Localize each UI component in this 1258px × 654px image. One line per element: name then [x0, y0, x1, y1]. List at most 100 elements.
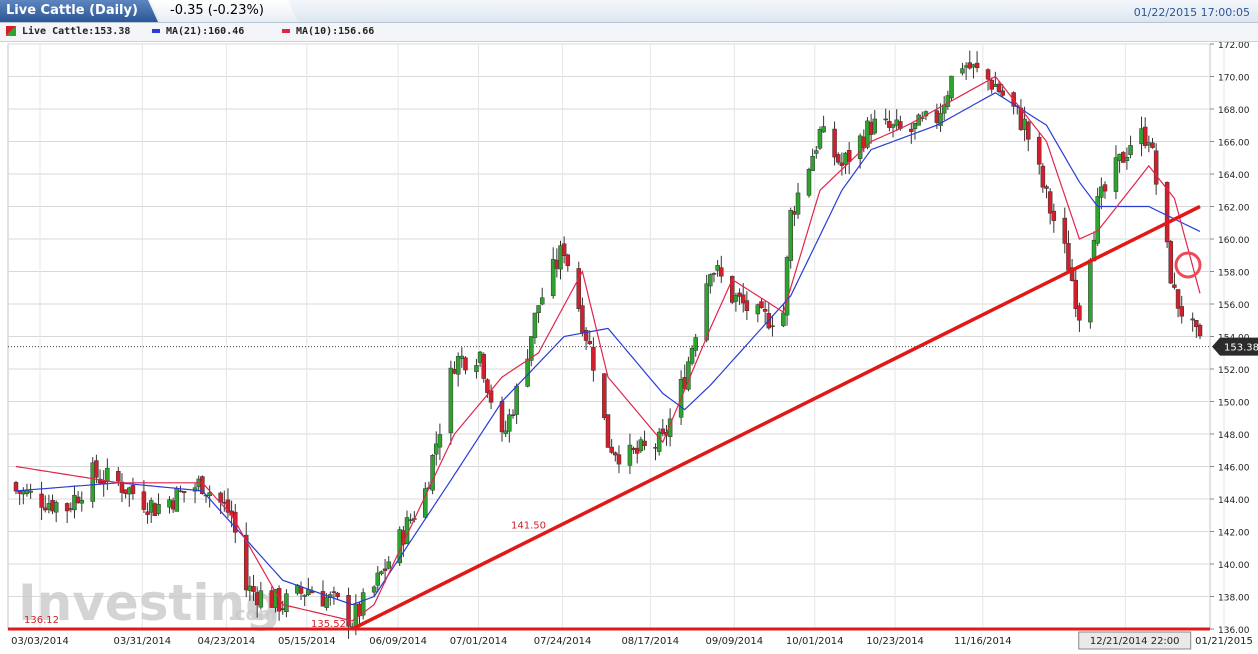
candle-body [459, 355, 465, 359]
candle-body [708, 274, 713, 287]
candle-body [284, 593, 289, 613]
candle-body [1022, 118, 1027, 130]
x-tick-label: 01/21/2015 [1195, 636, 1253, 647]
x-tick-label: 06/09/2014 [369, 636, 427, 647]
candle-body [963, 65, 969, 68]
candle-body [1088, 259, 1093, 323]
candle-body [90, 462, 95, 502]
candle-body [452, 369, 457, 374]
candle-body [561, 243, 567, 256]
candle-body [79, 500, 85, 504]
candle-body [1047, 191, 1053, 214]
candle-body [1025, 121, 1031, 140]
candle-body [817, 129, 823, 149]
candle-body [832, 128, 837, 158]
price-change: -0.35 (-0.23%) [170, 3, 264, 18]
candle-body [514, 385, 519, 415]
candle-body [1066, 243, 1071, 271]
candle-body [894, 119, 899, 126]
candle-body [477, 351, 483, 363]
candle-body [1172, 284, 1177, 288]
candle-body [711, 273, 717, 275]
candle-body [130, 485, 136, 494]
candle-body [1102, 184, 1108, 192]
candle-body [554, 259, 560, 269]
chart-legend: Live Cattle:153.38 MA(21):160.46 MA(10):… [0, 23, 1258, 42]
candle-body [613, 452, 618, 456]
candle-body [883, 118, 888, 121]
x-tick-label: 10/23/2014 [866, 636, 924, 647]
candle-body [1040, 165, 1046, 188]
candle-body [627, 444, 633, 466]
candle-body [269, 590, 275, 608]
candle-body [222, 502, 227, 504]
candle-body [1077, 305, 1082, 321]
candle-body [145, 511, 150, 515]
candle-body [127, 487, 132, 495]
candle-body [324, 597, 329, 608]
candle-body [565, 254, 571, 267]
candle-body [64, 503, 70, 512]
candle-body [580, 305, 585, 334]
y-tick-label: 146.00 [1218, 464, 1250, 474]
candle-body [353, 604, 359, 627]
y-tick-label: 140.00 [1218, 561, 1250, 571]
candle-body [1099, 186, 1104, 198]
candle-body [971, 64, 976, 68]
candle-body [868, 121, 874, 135]
legend-ma21: MA(21):160.46 [152, 26, 244, 37]
candle-body [499, 400, 505, 433]
candle-body [795, 192, 801, 215]
price-chart[interactable]: 136.00 138.00 140.00 142.00 144.00 146.00 148.… [0, 42, 1258, 654]
legend-ma10: MA(10):156.66 [282, 26, 374, 37]
candle-body [539, 297, 545, 305]
candle-body [1124, 157, 1130, 162]
candle-body [704, 283, 709, 341]
legend-ma10-label: MA(10):156.66 [296, 26, 375, 37]
candle-body [152, 503, 158, 516]
candle-body [605, 414, 611, 448]
candle-legend-icon [6, 26, 16, 36]
candle-body [993, 84, 998, 88]
candle-body [949, 75, 954, 99]
candle-body [631, 447, 636, 451]
candle-body [455, 356, 461, 375]
candle-body [17, 490, 22, 494]
y-tick-label: 170.00 [1218, 74, 1250, 84]
candle-body [485, 379, 490, 393]
candle-body [759, 301, 764, 309]
y-tick-label: 150.00 [1218, 399, 1250, 409]
candle-body [448, 367, 454, 434]
candle-body [591, 346, 596, 371]
y-tick-label: 168.00 [1218, 106, 1250, 116]
x-tick-label: 09/09/2014 [706, 636, 764, 647]
candle-body [474, 365, 479, 372]
candle-body [788, 209, 793, 261]
candle-body [857, 135, 863, 160]
candle-body [1190, 318, 1195, 321]
candle-body [638, 439, 644, 452]
x-tick-label: 08/17/2014 [621, 636, 679, 647]
candle-body [839, 162, 845, 166]
x-tick-label: 11/16/2014 [954, 636, 1012, 647]
candle-body [689, 348, 695, 364]
candle-body [660, 428, 666, 434]
candle-body [843, 152, 848, 165]
instrument-tab[interactable]: Live Cattle (Daily) [0, 0, 158, 22]
trendline-annotation: 141.50 [511, 520, 546, 531]
candle-body [1128, 145, 1133, 156]
candle-body [280, 608, 286, 610]
y-tick-label: 160.00 [1218, 236, 1250, 246]
candle-body [1197, 324, 1203, 337]
y-tick-label: 158.00 [1218, 269, 1250, 279]
candle-body [408, 519, 413, 521]
candle-body [1044, 186, 1049, 189]
candle-body [481, 354, 487, 379]
candle-body [116, 471, 121, 482]
candle-body [174, 488, 180, 512]
candle-body [960, 68, 965, 74]
candle-body [53, 502, 59, 513]
candle-body [550, 259, 556, 297]
change-tab: -0.35 (-0.23%) [150, 0, 298, 22]
candle-body [912, 122, 918, 130]
